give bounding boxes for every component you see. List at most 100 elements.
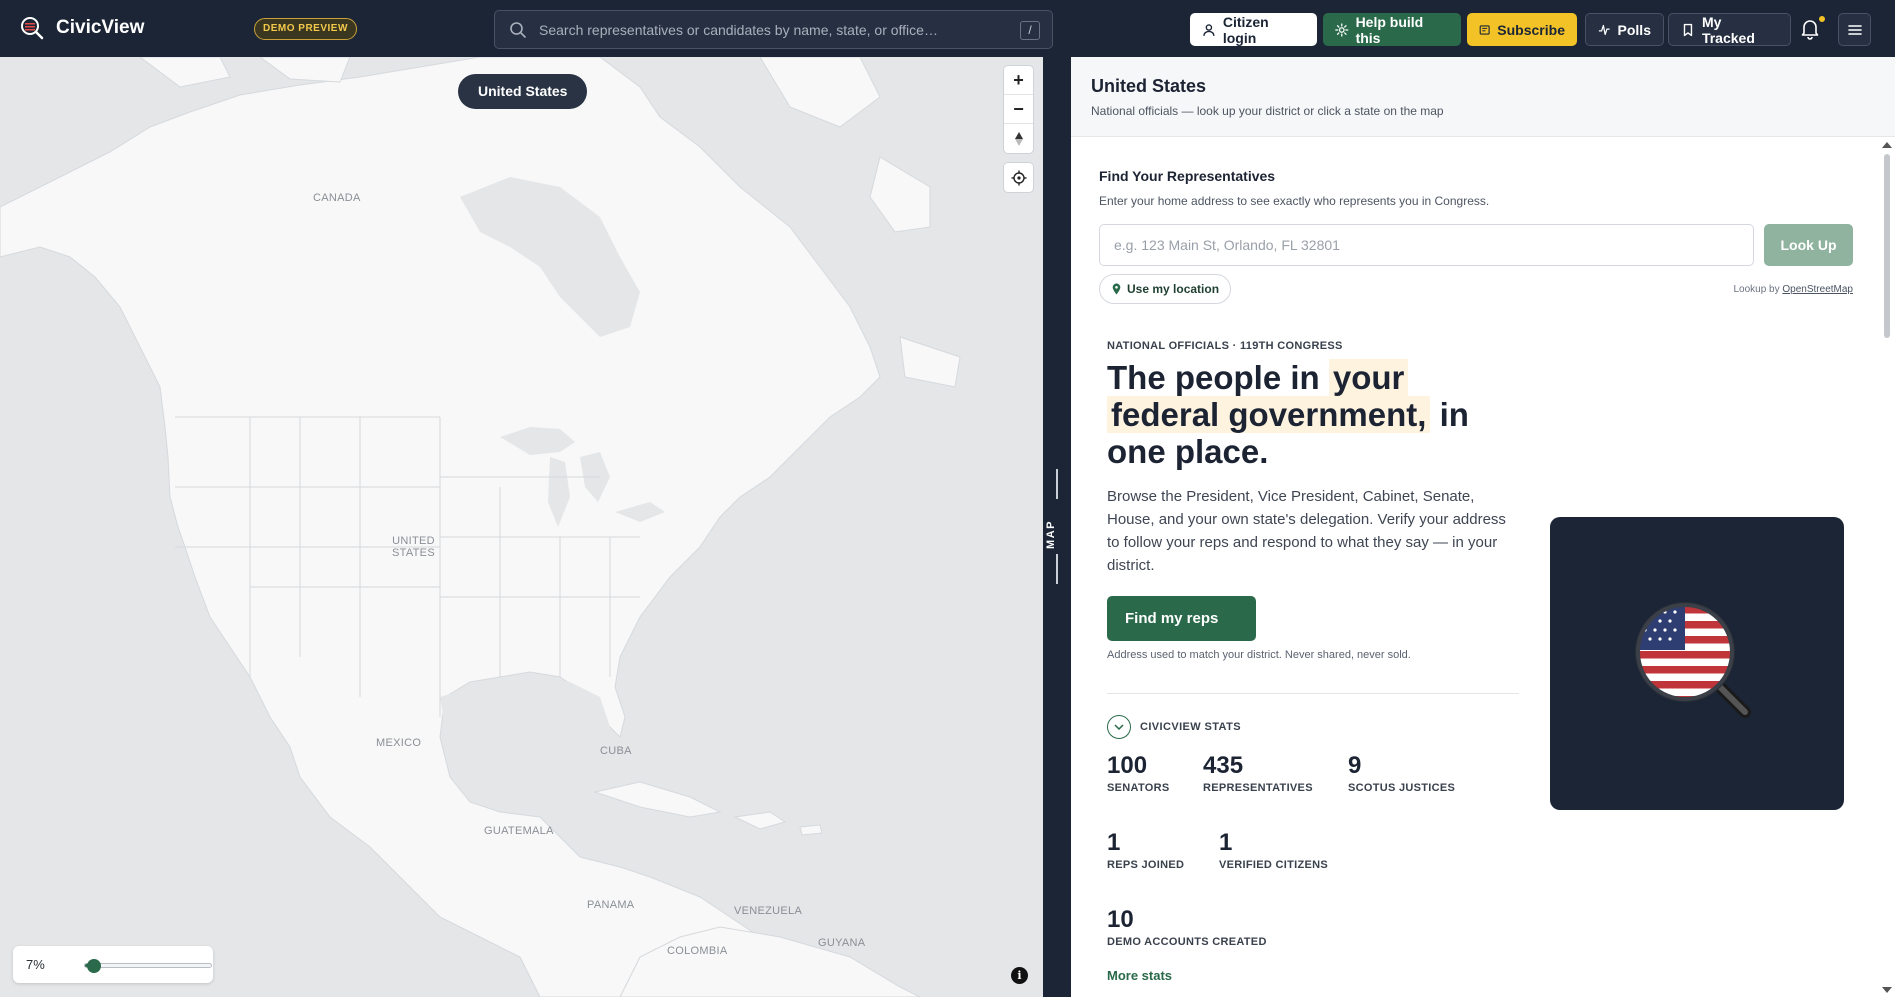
find-my-reps-button[interactable]: Find my reps bbox=[1107, 596, 1256, 641]
north-america-landmass bbox=[0, 57, 961, 997]
map-label-canada: CANADA bbox=[313, 192, 361, 204]
find-reps-subtitle: Enter your home address to see exactly w… bbox=[1099, 194, 1490, 208]
crosshair-icon bbox=[1011, 170, 1026, 185]
stat-value: 9 bbox=[1348, 752, 1362, 779]
lookup-by-text: Lookup by bbox=[1733, 284, 1780, 295]
stat-label: REPRESENTATIVES bbox=[1203, 782, 1313, 794]
hero-highlight-federal: federal government, bbox=[1107, 396, 1431, 433]
magnifier-flag-logo-icon bbox=[21, 17, 44, 40]
privacy-note: Address used to match your district. Nev… bbox=[1107, 649, 1411, 661]
map-label-guyana: GUYANA bbox=[818, 937, 866, 949]
hero-highlight-your: your bbox=[1328, 359, 1409, 396]
sparkle-icon bbox=[1335, 22, 1349, 37]
map-label-mexico: MEXICO bbox=[376, 737, 422, 749]
map-label-panama: PANAMA bbox=[587, 899, 635, 911]
stat-demo-accounts: 10 DEMO ACCOUNTS CREATED bbox=[1107, 906, 1267, 948]
stat-value: 100 bbox=[1107, 752, 1148, 779]
stat-label: DEMO ACCOUNTS CREATED bbox=[1107, 936, 1267, 948]
stat-value: 1 bbox=[1107, 829, 1121, 856]
stat-value: 1 bbox=[1219, 829, 1233, 856]
map-opacity-control: 7% bbox=[13, 946, 213, 983]
map-zoom-controls: + − bbox=[1004, 66, 1033, 153]
opacity-slider-track[interactable] bbox=[84, 959, 212, 973]
find-reps-title: Find Your Representatives bbox=[1099, 168, 1276, 184]
main-menu-button[interactable] bbox=[1838, 13, 1871, 46]
map-panel-divider-handle[interactable]: MAP bbox=[1043, 57, 1071, 997]
stats-section-header[interactable]: CIVICVIEW STATS bbox=[1107, 715, 1241, 739]
stats-title: CIVICVIEW STATS bbox=[1140, 721, 1241, 733]
scroll-down-arrow[interactable] bbox=[1882, 987, 1892, 993]
geolocate-button[interactable] bbox=[1004, 163, 1033, 192]
map-pin-icon bbox=[1112, 283, 1121, 295]
help-build-button[interactable]: Help build this bbox=[1323, 13, 1461, 46]
stat-label: SCOTUS JUSTICES bbox=[1348, 782, 1456, 794]
pulse-icon bbox=[1598, 24, 1610, 35]
details-panel: United States National officials — look … bbox=[1071, 57, 1895, 997]
stat-senators: 100 SENATORS bbox=[1107, 752, 1170, 794]
subscribe-button[interactable]: Subscribe bbox=[1467, 13, 1577, 46]
help-build-label: Help build this bbox=[1355, 13, 1424, 46]
section-divider bbox=[1107, 693, 1519, 694]
more-stats-link[interactable]: More stats bbox=[1107, 968, 1172, 983]
flag-magnifier-icon bbox=[1635, 602, 1751, 718]
subscribe-label: Subscribe bbox=[1497, 21, 1565, 38]
stats-collapse-toggle[interactable] bbox=[1107, 715, 1131, 739]
map-label-us-line1: UNITED bbox=[392, 535, 435, 547]
scroll-thumb[interactable] bbox=[1884, 154, 1890, 338]
hero-text-a: The people in bbox=[1107, 359, 1329, 396]
map-label-guatemala: GUATEMALA bbox=[484, 825, 554, 837]
address-input[interactable] bbox=[1099, 224, 1754, 266]
use-my-location-button[interactable]: Use my location bbox=[1099, 274, 1232, 304]
chevron-down-icon bbox=[1114, 724, 1124, 730]
map-region-pill[interactable]: United States bbox=[458, 74, 588, 109]
reset-north-button[interactable] bbox=[1004, 124, 1033, 153]
citizen-login-button[interactable]: Citizen login bbox=[1190, 13, 1317, 46]
search-icon bbox=[510, 21, 526, 38]
panel-title: United States bbox=[1091, 76, 1207, 96]
opacity-slider-thumb[interactable] bbox=[86, 959, 101, 973]
bookmark-icon bbox=[1683, 23, 1693, 36]
app-logo[interactable]: CivicView bbox=[20, 16, 144, 40]
hero-eyebrow: NATIONAL OFFICIALS · 119TH CONGRESS bbox=[1107, 340, 1343, 352]
app-name: CivicView bbox=[56, 17, 145, 38]
map-label-colombia: COLOMBIA bbox=[667, 945, 728, 957]
stat-value: 435 bbox=[1203, 752, 1244, 779]
map-label-united-states: UNITED STATES bbox=[392, 535, 435, 559]
stat-value: 10 bbox=[1107, 906, 1134, 933]
stat-verified-citizens: 1 VERIFIED CITIZENS bbox=[1219, 829, 1328, 871]
top-nav-bar: CivicView DEMO PREVIEW / Citizen login H… bbox=[0, 0, 1895, 57]
global-search[interactable]: / bbox=[494, 10, 1053, 49]
zoom-out-button[interactable]: − bbox=[1004, 95, 1033, 124]
openstreetmap-link[interactable]: OpenStreetMap bbox=[1782, 284, 1853, 295]
map-attribution-info-button[interactable]: i bbox=[1011, 967, 1028, 984]
stat-scotus-justices: 9 SCOTUS JUSTICES bbox=[1348, 752, 1455, 794]
polls-label: Polls bbox=[1617, 21, 1651, 38]
panel-header: United States National officials — look … bbox=[1071, 57, 1895, 137]
opacity-percent: 7% bbox=[26, 957, 45, 972]
look-up-button[interactable]: Look Up bbox=[1764, 224, 1853, 266]
my-tracked-button[interactable]: My Tracked bbox=[1668, 13, 1791, 46]
demo-preview-badge: DEMO PREVIEW bbox=[254, 18, 357, 40]
map-label-us-line2: STATES bbox=[392, 547, 435, 559]
hero-illustration-card bbox=[1550, 517, 1844, 810]
use-my-location-label: Use my location bbox=[1127, 282, 1220, 296]
stat-label: REPS JOINED bbox=[1107, 859, 1185, 871]
map-label-cuba: CUBA bbox=[600, 745, 632, 757]
search-input[interactable] bbox=[539, 21, 999, 38]
lookup-attribution: Lookup by OpenStreetMap bbox=[1721, 284, 1853, 295]
search-shortcut-key: / bbox=[1020, 21, 1040, 40]
hamburger-menu-icon bbox=[1847, 24, 1862, 35]
my-tracked-label: My Tracked bbox=[1701, 13, 1755, 46]
compass-icon bbox=[1014, 131, 1023, 146]
polls-button[interactable]: Polls bbox=[1585, 13, 1664, 46]
zoom-in-button[interactable]: + bbox=[1004, 66, 1033, 95]
map-label-venezuela: VENEZUELA bbox=[734, 905, 803, 917]
scroll-up-arrow[interactable] bbox=[1882, 142, 1892, 148]
interactive-map[interactable]: United States CANADA UNITED STATES MEXIC… bbox=[0, 57, 1043, 997]
user-icon bbox=[1203, 23, 1215, 36]
stat-representatives: 435 REPRESENTATIVES bbox=[1203, 752, 1313, 794]
stat-reps-joined: 1 REPS JOINED bbox=[1107, 829, 1184, 871]
stat-label: SENATORS bbox=[1107, 782, 1170, 794]
panel-scrollbar[interactable] bbox=[1879, 138, 1895, 997]
divider-grip-bottom bbox=[1056, 554, 1058, 584]
